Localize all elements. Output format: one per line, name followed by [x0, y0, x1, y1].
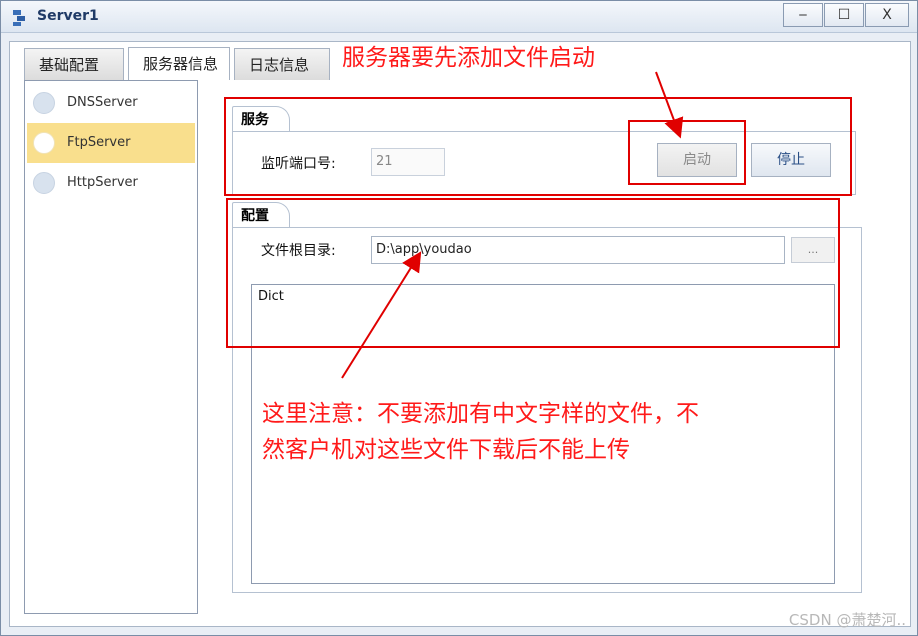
server-item-label: FtpServer [67, 135, 131, 150]
annotation-note-line2: 然客户机对这些文件下载后不能上传 [262, 437, 630, 463]
annotation-start-first: 服务器要先添加文件启动 [342, 45, 595, 71]
server-list: DNSServer FtpServer HttpServer [24, 80, 198, 614]
close-button[interactable]: X [865, 3, 909, 27]
server-item-ftp[interactable]: FtpServer [27, 123, 195, 163]
tab-server-info[interactable]: 服务器信息 [128, 47, 230, 80]
title-bar[interactable]: Server1 ‒ ☐ X [1, 1, 917, 33]
server-status-icon [33, 92, 55, 114]
annotation-note-line1: 这里注意：不要添加有中文字样的文件，不 [262, 401, 699, 427]
config-highlight-box [226, 198, 840, 348]
window-title: Server1 [37, 8, 99, 24]
server-item-dns[interactable]: DNSServer [27, 83, 195, 123]
tab-basic-config[interactable]: 基础配置 [24, 48, 124, 80]
start-highlight-box [628, 120, 746, 185]
server-app-icon [13, 10, 25, 26]
server-item-label: DNSServer [67, 95, 138, 110]
annotation-chinese-warning: 这里注意：不要添加有中文字样的文件，不 然客户机对这些文件下载后不能上传 [262, 396, 699, 468]
server-status-icon [33, 132, 55, 154]
service-highlight-box [224, 97, 852, 196]
watermark: CSDN @萧楚河.. [788, 611, 906, 629]
server-item-http[interactable]: HttpServer [27, 163, 195, 203]
tab-log-info[interactable]: 日志信息 [234, 48, 330, 80]
server-item-label: HttpServer [67, 175, 138, 190]
minimize-button[interactable]: ‒ [783, 3, 823, 27]
server-status-icon [33, 172, 55, 194]
maximize-button[interactable]: ☐ [824, 3, 864, 27]
